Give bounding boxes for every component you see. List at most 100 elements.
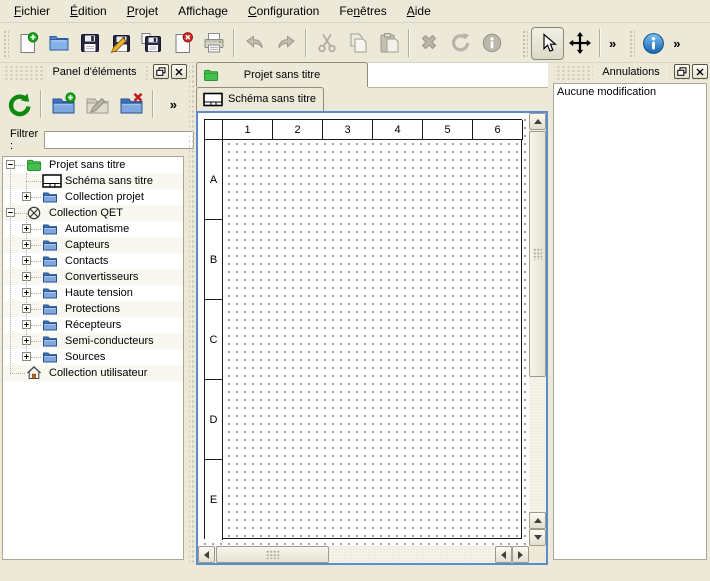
tree-item-recepteurs[interactable]: Récepteurs — [3, 317, 183, 333]
scroll-up-button[interactable] — [529, 113, 546, 130]
tree-item-automatisme[interactable]: Automatisme — [3, 221, 183, 237]
frame-corner-cell — [205, 120, 223, 140]
elements-panel-titlebar[interactable]: Panel d'éléments — [2, 64, 187, 81]
paste-icon — [377, 31, 401, 55]
dock-splitter-left[interactable] — [189, 62, 196, 565]
dock-float-button[interactable] — [674, 64, 690, 79]
menu-fichier[interactable]: Fichier — [4, 1, 60, 21]
tree-item-collection-qet[interactable]: Collection QET — [3, 205, 183, 221]
rotate-button[interactable] — [445, 27, 476, 59]
diagram-canvas[interactable]: 123456 ABCDE — [198, 113, 529, 546]
vertical-scrollbar[interactable] — [529, 113, 546, 546]
tree-expander[interactable] — [22, 256, 31, 265]
toolbar-overflow-chevron[interactable]: » — [669, 36, 684, 51]
float-icon — [677, 67, 687, 76]
tree-expander[interactable] — [6, 160, 15, 169]
folder-icon — [42, 221, 58, 237]
toolbar-overflow-chevron[interactable]: » — [605, 36, 620, 51]
project-tab[interactable]: Projet sans titre — [196, 62, 368, 87]
project-tab-label: Projet sans titre — [244, 69, 320, 81]
panel-overflow-chevron[interactable]: » — [166, 97, 181, 112]
save-all-button[interactable] — [136, 27, 167, 59]
new-document-button[interactable] — [12, 27, 43, 59]
tree-expander[interactable] — [22, 288, 31, 297]
undo-icon — [243, 31, 267, 55]
menu-configuration[interactable]: Configuration — [238, 1, 329, 21]
save-as-button[interactable] — [105, 27, 136, 59]
tree-item-sources[interactable]: Sources — [3, 349, 183, 365]
dock-close-button[interactable] — [692, 64, 708, 79]
element-information-button[interactable] — [476, 27, 507, 59]
toolbar-separator — [233, 29, 235, 57]
tree-expander[interactable] — [22, 224, 31, 233]
tree-item-collection-utilisateur[interactable]: Collection utilisateur — [3, 365, 183, 381]
horizontal-scroll-thumb[interactable] — [216, 546, 329, 563]
schema-tab[interactable]: Schéma sans titre — [196, 87, 324, 111]
vertical-scroll-thumb[interactable] — [529, 131, 546, 377]
toolbar-grip[interactable] — [521, 29, 528, 57]
scroll-up-button-2[interactable] — [529, 512, 546, 529]
undo-dock: Annulations Aucune modification — [552, 62, 710, 565]
tree-expander[interactable] — [22, 192, 31, 201]
undo-dock-titlebar[interactable]: Annulations — [554, 64, 708, 81]
tree-expander[interactable] — [6, 208, 15, 217]
cut-button[interactable] — [311, 27, 342, 59]
about-element-button[interactable] — [638, 27, 669, 59]
paste-button[interactable] — [373, 27, 404, 59]
tree-item-convertisseurs[interactable]: Convertisseurs — [3, 269, 183, 285]
horizontal-scrollbar[interactable] — [198, 546, 529, 563]
undo-history-item[interactable]: Aucune modification — [554, 84, 706, 101]
select-pointer-button[interactable] — [531, 27, 564, 60]
save-button[interactable] — [74, 27, 105, 59]
menu-edition[interactable]: Édition — [60, 1, 117, 21]
tree-item-projet-sans-titre[interactable]: Projet sans titre — [3, 157, 183, 173]
close-icon — [175, 68, 183, 76]
folder-icon — [42, 269, 58, 285]
info-blue-icon — [641, 31, 666, 56]
copy-button[interactable] — [342, 27, 373, 59]
close-document-button[interactable] — [167, 27, 198, 59]
open-project-button[interactable] — [43, 27, 74, 59]
column-header-6: 6 — [473, 120, 523, 140]
filter-input[interactable] — [44, 131, 194, 149]
tree-connector — [10, 373, 25, 374]
tree-item-semi-conducteurs[interactable]: Semi-conducteurs — [3, 333, 183, 349]
reload-collections-button[interactable] — [2, 86, 36, 122]
edit-folder-button[interactable] — [80, 86, 114, 122]
tree-item-capteurs[interactable]: Capteurs — [3, 237, 183, 253]
tree-expander[interactable] — [22, 336, 31, 345]
delete-icon — [418, 31, 442, 55]
delete-folder-button[interactable] — [114, 86, 148, 122]
menu-fenetres[interactable]: Fenêtres — [329, 1, 396, 21]
toolbar-grip[interactable] — [2, 29, 9, 57]
move-view-button[interactable] — [564, 27, 595, 59]
menu-projet[interactable]: Projet — [117, 1, 168, 21]
scroll-down-button[interactable] — [529, 529, 546, 546]
move-icon — [568, 31, 592, 55]
column-header-1: 1 — [223, 120, 273, 140]
dock-float-button[interactable] — [153, 64, 169, 79]
tree-expander[interactable] — [22, 272, 31, 281]
scroll-left-button[interactable] — [198, 546, 215, 563]
toolbar-grip[interactable] — [628, 29, 635, 57]
redo-button[interactable] — [270, 27, 301, 59]
scroll-right-button[interactable] — [512, 546, 529, 563]
tree-expander[interactable] — [22, 320, 31, 329]
dock-close-button[interactable] — [171, 64, 187, 79]
scroll-left-button-2[interactable] — [495, 546, 512, 563]
tree-item-collection-projet[interactable]: Collection projet — [3, 189, 183, 205]
tree-item-schema-sans-titre[interactable]: Schéma sans titre — [3, 173, 183, 189]
delete-button[interactable] — [414, 27, 445, 59]
menu-affichage[interactable]: Affichage — [168, 1, 238, 21]
tree-item-label: Automatisme — [65, 221, 129, 237]
tree-item-protections[interactable]: Protections — [3, 301, 183, 317]
print-button[interactable] — [198, 27, 229, 59]
undo-button[interactable] — [239, 27, 270, 59]
tree-expander[interactable] — [22, 304, 31, 313]
tree-item-haute-tension[interactable]: Haute tension — [3, 285, 183, 301]
menu-aide[interactable]: Aide — [397, 1, 441, 21]
tree-item-contacts[interactable]: Contacts — [3, 253, 183, 269]
new-folder-button[interactable] — [46, 86, 80, 122]
tree-expander[interactable] — [22, 352, 31, 361]
tree-expander[interactable] — [22, 240, 31, 249]
